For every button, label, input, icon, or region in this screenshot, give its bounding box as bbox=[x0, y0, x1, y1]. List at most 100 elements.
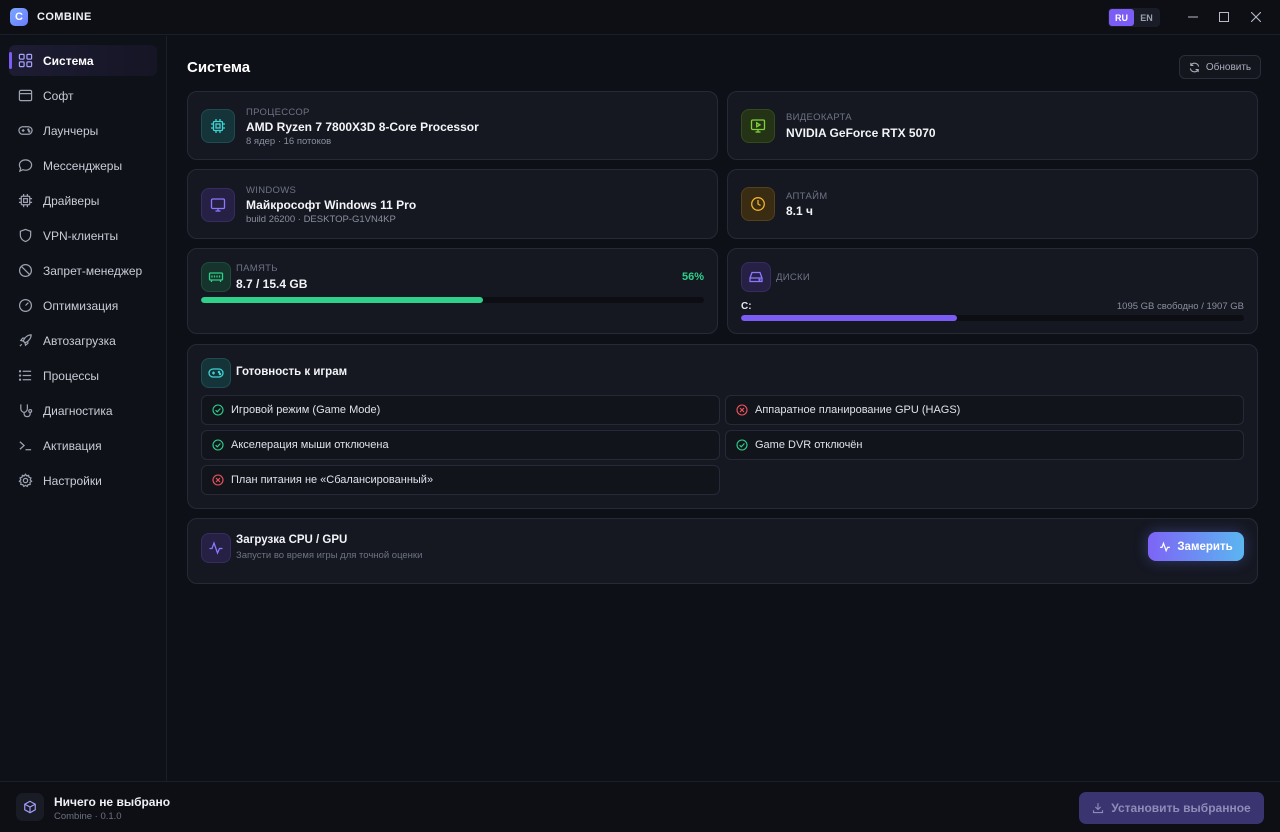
disk-space-info: 1095 GB свободно / 1907 GB bbox=[1116, 301, 1244, 312]
gpu-value: NVIDIA GeForce RTX 5070 bbox=[786, 126, 936, 140]
cpu-value: AMD Ryzen 7 7800X3D 8-Core Processor bbox=[246, 120, 479, 134]
sidebar-item-label: Диагностика bbox=[43, 403, 113, 418]
check-mouse-accel: Акселерация мыши отключена bbox=[201, 430, 720, 460]
disk-drive-letter: C: bbox=[741, 301, 752, 312]
refresh-label: Обновить bbox=[1205, 61, 1252, 73]
download-icon bbox=[1093, 803, 1104, 814]
sidebar-item-label: Процессы bbox=[43, 368, 100, 383]
cpu-icon bbox=[211, 119, 225, 133]
refresh-button[interactable]: Обновить bbox=[1179, 55, 1261, 79]
gamepad-icon bbox=[208, 368, 224, 378]
app-logo: C bbox=[10, 8, 28, 26]
terminal-icon bbox=[19, 441, 32, 451]
hard-drive-icon bbox=[749, 271, 763, 283]
install-selected-button[interactable]: Установить выбранное bbox=[1079, 792, 1264, 824]
x-circle-icon bbox=[212, 474, 224, 486]
memory-percent: 56% bbox=[682, 271, 705, 283]
cpu-sub: 8 ядер · 16 потоков bbox=[246, 136, 332, 147]
check-text: Акселерация мыши отключена bbox=[231, 439, 389, 451]
sidebar-item-autostart[interactable]: Автозагрузка bbox=[9, 325, 157, 356]
sidebar-item-label: Активация bbox=[43, 438, 102, 453]
cpu-label: ПРОЦЕССОР bbox=[246, 107, 310, 118]
sidebar-item-launchers[interactable]: Лаунчеры bbox=[9, 115, 157, 146]
refresh-icon bbox=[1189, 62, 1200, 72]
shield-icon bbox=[19, 228, 32, 243]
sidebar-item-label: Драйверы bbox=[43, 193, 100, 208]
uptime-value: 8.1 ч bbox=[786, 204, 813, 218]
sidebar-item-label: Мессенджеры bbox=[43, 158, 123, 173]
rocket-icon bbox=[19, 334, 32, 347]
close-button[interactable] bbox=[1248, 9, 1264, 25]
disk-progress-fill bbox=[741, 315, 958, 321]
monitor-icon bbox=[210, 198, 226, 212]
box-icon bbox=[24, 800, 36, 814]
gpu-label: ВИДЕОКАРТА bbox=[786, 112, 852, 123]
chip-icon bbox=[18, 193, 33, 208]
footer-box-icon-wrap bbox=[16, 793, 44, 821]
sidebar-item-zapret[interactable]: Запрет-менеджер bbox=[9, 255, 157, 286]
lang-ru-button[interactable]: RU bbox=[1109, 9, 1134, 26]
measure-button[interactable]: Замерить bbox=[1148, 532, 1244, 561]
footer: Ничего не выбрано Combine · 0.1.0 Устано… bbox=[0, 781, 1280, 832]
check-text: Игровой режим (Game Mode) bbox=[231, 404, 381, 416]
os-sub: build 26200 · DESKTOP-G1VN4KP bbox=[246, 214, 396, 225]
sidebar-item-settings[interactable]: Настройки bbox=[9, 465, 157, 496]
os-value: Майкрософт Windows 11 Pro bbox=[246, 198, 417, 212]
disks-label: ДИСКИ bbox=[776, 272, 810, 283]
app-name: COMBINE bbox=[37, 11, 92, 23]
sidebar-item-vpn[interactable]: VPN-клиенты bbox=[9, 220, 157, 251]
sidebar-item-drivers[interactable]: Драйверы bbox=[9, 185, 157, 216]
grid-icon bbox=[18, 53, 33, 68]
sidebar-item-diagnostics[interactable]: Диагностика bbox=[9, 395, 157, 426]
activity-icon bbox=[1160, 540, 1171, 552]
maximize-icon bbox=[1219, 12, 1229, 22]
sidebar-item-label: Софт bbox=[43, 88, 74, 103]
load-title: Загрузка CPU / GPU bbox=[236, 534, 348, 546]
gaming-icon-box bbox=[201, 358, 231, 388]
gpu-card: ВИДЕОКАРТА NVIDIA GeForce RTX 5070 bbox=[727, 91, 1258, 160]
load-icon-box bbox=[201, 533, 231, 563]
gamepad-icon bbox=[18, 126, 33, 135]
memory-progress-bar bbox=[201, 297, 704, 303]
x-circle-icon bbox=[736, 404, 748, 416]
window-icon bbox=[18, 89, 33, 102]
check-text: Game DVR отключён bbox=[755, 439, 863, 451]
check-text: Аппаратное планирование GPU (HAGS) bbox=[755, 404, 961, 416]
maximize-button[interactable] bbox=[1216, 9, 1232, 25]
check-circle-icon bbox=[212, 404, 224, 416]
sidebar-item-optimization[interactable]: Оптимизация bbox=[9, 290, 157, 321]
ban-icon bbox=[18, 263, 33, 278]
minimize-icon bbox=[1188, 16, 1198, 18]
sidebar-item-activation[interactable]: Активация bbox=[9, 430, 157, 461]
check-game-mode: Игровой режим (Game Mode) bbox=[201, 395, 720, 425]
sidebar-item-label: Лаунчеры bbox=[43, 123, 99, 138]
app-version: Combine · 0.1.0 bbox=[54, 811, 122, 822]
clock-icon bbox=[751, 197, 765, 211]
list-icon bbox=[18, 370, 32, 381]
disk-progress-bar bbox=[741, 315, 1244, 321]
cpu-icon-box bbox=[201, 109, 235, 143]
gaming-readiness-card: Готовность к играм Игровой режим (Game M… bbox=[187, 344, 1258, 509]
close-icon bbox=[1251, 12, 1261, 22]
language-switch[interactable]: RU EN bbox=[1108, 8, 1160, 27]
load-card: Загрузка CPU / GPU Запусти во время игры… bbox=[187, 518, 1258, 584]
gpu-icon-box bbox=[741, 109, 775, 143]
activity-icon bbox=[209, 541, 223, 555]
measure-label: Замерить bbox=[1177, 540, 1233, 553]
memory-label: ПАМЯТЬ bbox=[236, 263, 278, 274]
disk-icon-box bbox=[741, 262, 771, 292]
os-card: WINDOWS Майкрософт Windows 11 Pro build … bbox=[187, 169, 718, 239]
check-circle-icon bbox=[736, 439, 748, 451]
memory-progress-fill bbox=[201, 297, 483, 303]
os-icon-box bbox=[201, 188, 235, 222]
minimize-button[interactable] bbox=[1185, 9, 1201, 25]
sidebar-item-messengers[interactable]: Мессенджеры bbox=[9, 150, 157, 181]
sidebar-item-processes[interactable]: Процессы bbox=[9, 360, 157, 391]
sidebar-item-label: VPN-клиенты bbox=[43, 228, 119, 243]
gear-icon bbox=[18, 473, 33, 488]
lang-en-button[interactable]: EN bbox=[1134, 9, 1159, 26]
sidebar-item-soft[interactable]: Софт bbox=[9, 80, 157, 111]
cpu-card: ПРОЦЕССОР AMD Ryzen 7 7800X3D 8-Core Pro… bbox=[187, 91, 718, 160]
selection-status: Ничего не выбрано bbox=[54, 795, 171, 809]
sidebar-item-system[interactable]: Система bbox=[9, 45, 157, 76]
